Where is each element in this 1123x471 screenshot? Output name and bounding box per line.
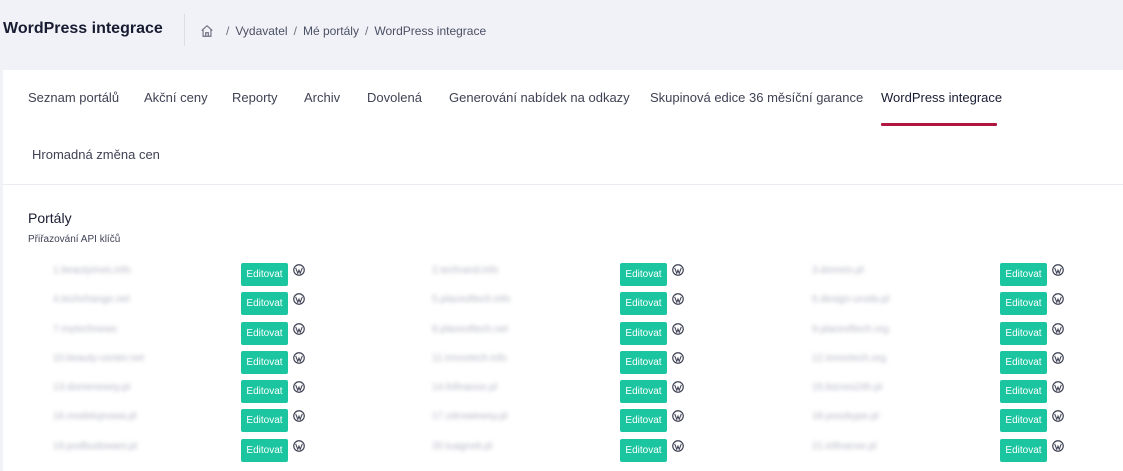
breadcrumb-separator: / — [293, 24, 297, 38]
portal-name: 13.domenewsy.pl — [53, 382, 131, 394]
wordpress-icon[interactable] — [293, 381, 305, 394]
wordpress-icon[interactable] — [672, 264, 684, 276]
wordpress-icon[interactable] — [293, 264, 305, 276]
breadcrumb-separator: / — [226, 24, 230, 38]
home-icon[interactable] — [200, 24, 214, 38]
wordpress-icon[interactable] — [293, 439, 305, 452]
wordpress-icon[interactable] — [293, 410, 305, 423]
portal-name: 21.infinanse.pl — [812, 440, 877, 452]
portal-name: 20.tuagnoti.pl — [432, 440, 493, 452]
wordpress-icon[interactable] — [1052, 439, 1064, 452]
edit-button[interactable]: Editovat — [620, 263, 667, 286]
header-divider — [184, 14, 185, 46]
edit-button[interactable]: Editovat — [1000, 438, 1047, 462]
portal-grid: 1.beautyinvio.info Editovat 2.techrand.inf… — [3, 260, 1123, 465]
edit-button[interactable]: Editovat — [620, 438, 667, 462]
portal-row: 1.beautyinvio.info Editovat 2.techrand.inf… — [3, 260, 1123, 289]
portal-name: 5.placeoftech.info — [432, 294, 511, 306]
portal-row: 13.domenewsy.pl Editovat 14.fofinance.pl Ed… — [3, 377, 1123, 406]
portal-name: 19.podbudowani.pl — [53, 440, 137, 452]
wordpress-icon[interactable] — [1052, 381, 1064, 394]
edit-button[interactable]: Editovat — [241, 409, 288, 433]
portal-name: 10.beauty-center.net — [53, 352, 145, 364]
portal-name: 15.biznes24h.pl — [812, 382, 883, 394]
edit-button[interactable]: Editovat — [620, 321, 667, 345]
edit-button[interactable]: Editovat — [620, 409, 667, 433]
portal-name: 11.innovtech.info — [432, 352, 507, 364]
edit-button[interactable]: Editovat — [1000, 292, 1047, 316]
wordpress-icon[interactable] — [672, 293, 684, 306]
edit-button[interactable]: Editovat — [241, 380, 288, 404]
breadcrumb-separator: / — [364, 24, 369, 38]
wordpress-icon[interactable] — [1052, 352, 1064, 364]
breadcrumb-item-current: WordPress integrace — [374, 24, 487, 38]
edit-button[interactable]: Editovat — [620, 292, 667, 316]
tab-bulk-price-change[interactable]: Hromadná změna cen — [32, 147, 160, 162]
tab-navigation: Seznam portálů Akční ceny Reporty Archiv… — [3, 70, 1123, 185]
edit-button[interactable]: Editovat — [1000, 409, 1047, 433]
page-title: WordPress integrace — [3, 20, 163, 37]
active-tab-indicator — [881, 123, 997, 126]
portal-name: 1.beautyinvio.info — [53, 265, 131, 276]
portal-row: 19.podbudowani.pl Editovat 20.tuagnoti.pl E… — [3, 436, 1123, 465]
wordpress-icon[interactable] — [1052, 293, 1064, 306]
breadcrumb: / Vydavatel / Mé portály / WordPress int… — [200, 22, 486, 40]
wordpress-icon[interactable] — [672, 352, 684, 364]
tab-reports[interactable]: Reporty — [232, 90, 278, 105]
page-header: WordPress integrace / Vydavatel / Mé por… — [0, 0, 1123, 62]
tab-link-offers[interactable]: Generování nabídek na odkazy — [449, 90, 630, 105]
edit-button[interactable]: Editovat — [620, 380, 667, 404]
wordpress-icon[interactable] — [672, 439, 684, 452]
tab-group-edition[interactable]: Skupinová edice 36 měsíční garance — [650, 90, 863, 105]
edit-button[interactable]: Editovat — [1000, 263, 1047, 286]
portal-name: 16.modelujnowa.pl — [53, 411, 137, 423]
portal-name: 3.domein.pl — [812, 265, 864, 276]
portal-row: 16.modelujnowa.pl Editovat 17.zdrowiewsy.p… — [3, 406, 1123, 435]
edit-button[interactable]: Editovat — [1000, 380, 1047, 404]
wordpress-icon[interactable] — [672, 410, 684, 423]
portal-name: 9.placeoftech.org — [812, 323, 889, 335]
wordpress-icon[interactable] — [293, 352, 305, 364]
tab-portal-list[interactable]: Seznam portálů — [28, 90, 119, 105]
edit-button[interactable]: Editovat — [1000, 350, 1047, 374]
portal-row: 10.beauty-center.net Editovat 11.innovtech… — [3, 348, 1123, 377]
portal-name: 14.fofinance.pl — [432, 382, 498, 394]
breadcrumb-item-vydavatel[interactable]: Vydavatel — [235, 24, 287, 38]
tab-archive[interactable]: Archiv — [304, 90, 340, 105]
edit-button[interactable]: Editovat — [241, 321, 288, 345]
edit-button[interactable]: Editovat — [620, 350, 667, 374]
wordpress-icon[interactable] — [293, 293, 305, 306]
edit-button[interactable]: Editovat — [241, 292, 288, 316]
breadcrumb-item-my-portals[interactable]: Mé portály — [303, 24, 359, 38]
portal-name: 6.design-uroda.pl — [812, 294, 890, 306]
wordpress-icon[interactable] — [672, 322, 684, 335]
content-card: Seznam portálů Akční ceny Reporty Archiv… — [3, 70, 1123, 471]
edit-button[interactable]: Editovat — [241, 438, 288, 462]
section-subtitle: Přiřazování API klíčů — [28, 234, 121, 245]
portal-name: 8.placeoftech.net — [432, 323, 509, 335]
portal-name: 17.zdrowiewsy.pl — [432, 411, 508, 423]
tab-promo-prices[interactable]: Akční ceny — [144, 90, 208, 105]
portal-row: 4.techchange.net Editovat 5.placeoftech.in… — [3, 289, 1123, 318]
wordpress-icon[interactable] — [1052, 410, 1064, 423]
section-title: Portály — [28, 210, 72, 226]
portal-name: 2.techrand.info — [432, 265, 499, 276]
edit-button[interactable]: Editovat — [1000, 321, 1047, 345]
portal-name: 4.techchange.net — [53, 294, 130, 306]
edit-button[interactable]: Editovat — [241, 263, 288, 286]
wordpress-icon[interactable] — [672, 381, 684, 394]
edit-button[interactable]: Editovat — [241, 350, 288, 374]
wordpress-icon[interactable] — [1052, 322, 1064, 335]
portal-name: 18.poszkype.pl — [812, 411, 879, 423]
portal-name: 12.innovtech.org — [812, 352, 886, 364]
portal-name: 7.mytechnews — [53, 323, 117, 335]
portal-row: 7.mytechnews Editovat 8.placeoftech.net Edi… — [3, 319, 1123, 348]
tab-wordpress-integration[interactable]: WordPress integrace — [881, 90, 1002, 105]
wordpress-icon[interactable] — [1052, 264, 1064, 276]
wordpress-icon[interactable] — [293, 322, 305, 335]
tab-vacation[interactable]: Dovolená — [367, 90, 422, 105]
